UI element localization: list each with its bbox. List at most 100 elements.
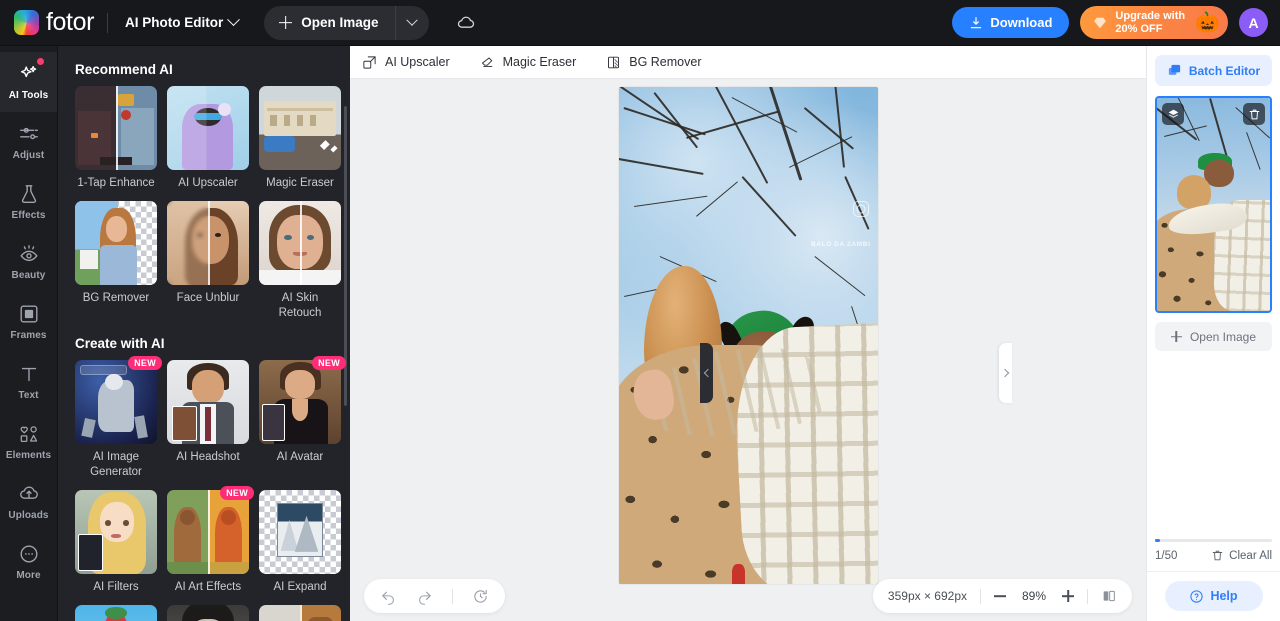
tab-ai-upscaler[interactable]: AI Upscaler xyxy=(362,55,450,70)
tool-thumbnail xyxy=(167,201,249,286)
tool-label: AI Skin Retouch xyxy=(278,292,322,319)
download-button[interactable]: Download xyxy=(952,7,1070,38)
tool-label: AI Image Generator xyxy=(90,451,142,478)
upgrade-text: Upgrade with 20% OFF xyxy=(1115,10,1185,36)
sidebar-item-more[interactable]: More xyxy=(0,532,57,592)
open-image-dropdown-button[interactable] xyxy=(394,5,429,40)
canvas-status-bar: 359px × 692px 89% xyxy=(872,579,1132,613)
upgrade-button[interactable]: Upgrade with 20% OFF 🎃 xyxy=(1080,6,1228,39)
sliders-icon xyxy=(19,127,38,140)
sidebar-item-adjust[interactable]: Adjust xyxy=(0,112,57,172)
tool-thumbnail xyxy=(259,605,341,621)
sidebar-item-uploads[interactable]: Uploads xyxy=(0,472,57,532)
notification-dot xyxy=(37,58,44,65)
sidebar-item-elements[interactable]: Elements xyxy=(0,412,57,472)
sidebar-item-beauty[interactable]: Beauty xyxy=(0,232,57,292)
tool-thumbnail xyxy=(167,605,249,621)
divider xyxy=(452,588,453,604)
tool-thumbnail xyxy=(259,489,341,574)
tool-card-magic-eraser[interactable]: Magic Eraser xyxy=(259,86,341,190)
sidebar-item-frames[interactable]: Frames xyxy=(0,292,57,352)
thumbnail-delete-button[interactable] xyxy=(1243,103,1265,125)
edited-photo[interactable]: BALO DA ZAMBI xyxy=(618,87,878,584)
tool-label: BG Remover xyxy=(82,292,150,305)
user-avatar[interactable]: A xyxy=(1239,8,1268,37)
editor-mode-label: AI Photo Editor xyxy=(125,15,224,30)
thumbnail-layers-button[interactable] xyxy=(1162,103,1184,125)
frame-icon xyxy=(20,305,37,323)
trash-icon xyxy=(1212,550,1223,561)
tool-card-ai-expand[interactable]: AI Expand xyxy=(259,489,341,594)
tool-thumbnail xyxy=(167,489,249,574)
tool-card-retro-portrait[interactable] xyxy=(259,605,341,621)
tool-card-bg-remover[interactable]: BG Remover xyxy=(75,201,157,320)
undo-button[interactable] xyxy=(380,588,397,605)
ai-tools-scroll-area[interactable]: Recommend AI 1-Tap Enhance AI Upscaler M… xyxy=(75,46,350,621)
tool-card-bw-portrait[interactable] xyxy=(167,605,249,621)
compare-button[interactable] xyxy=(1101,588,1117,604)
plus-icon xyxy=(279,16,292,29)
section-title-recommend-ai: Recommend AI xyxy=(75,62,173,77)
ai-tools-panel: Recommend AI 1-Tap Enhance AI Upscaler M… xyxy=(58,46,350,621)
tool-label: 1-Tap Enhance xyxy=(77,177,155,189)
editor-mode-selector[interactable]: AI Photo Editor xyxy=(121,10,242,35)
tool-card-ai-avatar[interactable]: NEW AI Avatar xyxy=(259,356,346,479)
tool-label: Magic Eraser xyxy=(266,177,334,189)
sidebar-label: Frames xyxy=(10,330,47,341)
thumbnail-item[interactable] xyxy=(1155,96,1272,313)
open-image-label: Open Image xyxy=(301,15,379,30)
fotor-logo[interactable]: fotor xyxy=(14,10,94,35)
photo-red-detail xyxy=(732,564,746,584)
tool-card-ai-filters[interactable]: AI Filters xyxy=(75,489,157,594)
clear-all-button[interactable]: Clear All xyxy=(1211,549,1272,562)
editor-toolbar: AI Upscaler Magic Eraser BG Remover xyxy=(350,46,1146,79)
tool-card-ai-image-generator[interactable]: NEW AI Image Generator xyxy=(75,356,162,479)
open-image-button[interactable]: Open Image xyxy=(264,6,394,40)
canvas-area[interactable]: BALO DA ZAMBI xyxy=(350,79,1146,621)
batch-editor-button[interactable]: Batch Editor xyxy=(1155,55,1272,86)
instagram-watermark-icon xyxy=(852,201,869,218)
sidebar-item-text[interactable]: Text xyxy=(0,352,57,412)
photo-watermark-text: BALO DA ZAMBI xyxy=(810,241,871,249)
more-icon xyxy=(20,545,37,563)
tool-card-1-tap-enhance[interactable]: 1-Tap Enhance xyxy=(75,86,157,190)
compare-icon xyxy=(1103,590,1115,602)
new-badge: NEW xyxy=(220,485,254,500)
tab-bg-remover[interactable]: BG Remover xyxy=(606,55,702,70)
fotor-app-window: fotor AI Photo Editor Open Image Downloa… xyxy=(0,0,1280,621)
tool-card-ai-art-effects[interactable]: NEW AI Art Effects xyxy=(167,485,254,594)
help-button[interactable]: Help xyxy=(1164,581,1263,611)
app-body: AI Tools Adjust Effects Beauty Frames Te… xyxy=(0,46,1280,621)
editor-workspace: AI Upscaler Magic Eraser BG Remover BALO… xyxy=(350,46,1146,621)
tab-magic-eraser[interactable]: Magic Eraser xyxy=(480,55,576,70)
reset-history-button[interactable] xyxy=(472,588,489,605)
zoom-out-button[interactable] xyxy=(994,590,1006,602)
open-image-right-button[interactable]: Open Image xyxy=(1155,322,1272,351)
question-circle-icon xyxy=(1190,589,1204,603)
tool-label: AI Upscaler xyxy=(178,177,238,189)
scrollbar-thumb[interactable] xyxy=(1155,539,1160,542)
collapse-right-panel-button[interactable] xyxy=(999,343,1012,403)
thumbnail-scrollbar[interactable] xyxy=(1155,539,1272,542)
tool-card-strawberry-sky[interactable] xyxy=(75,605,157,621)
tool-card-ai-skin-retouch[interactable]: AI Skin Retouch xyxy=(259,201,341,320)
bg-remove-icon xyxy=(608,56,620,68)
tool-card-face-unblur[interactable]: Face Unblur xyxy=(167,201,249,320)
sidebar-label: Elements xyxy=(5,450,52,461)
fotor-logo-text: fotor xyxy=(46,8,95,36)
help-section: Help xyxy=(1147,571,1280,621)
sidebar-item-ai-tools[interactable]: AI Tools xyxy=(0,52,57,112)
redo-button[interactable] xyxy=(416,588,433,605)
collapse-left-panel-button[interactable] xyxy=(700,343,713,403)
tool-card-ai-upscaler[interactable]: AI Upscaler xyxy=(167,86,249,190)
cloud-save-button[interactable] xyxy=(451,8,481,38)
undo-icon xyxy=(382,591,395,605)
sidebar-item-effects[interactable]: Effects xyxy=(0,172,57,232)
text-icon xyxy=(21,367,36,382)
tool-card-ai-headshot[interactable]: AI Headshot xyxy=(167,360,249,479)
batch-footer-row: 1/50 Clear All xyxy=(1155,549,1272,571)
tab-label: AI Upscaler xyxy=(385,55,450,69)
zoom-in-button[interactable] xyxy=(1062,590,1074,602)
tool-thumbnail xyxy=(75,86,157,170)
tab-label: BG Remover xyxy=(629,55,702,69)
